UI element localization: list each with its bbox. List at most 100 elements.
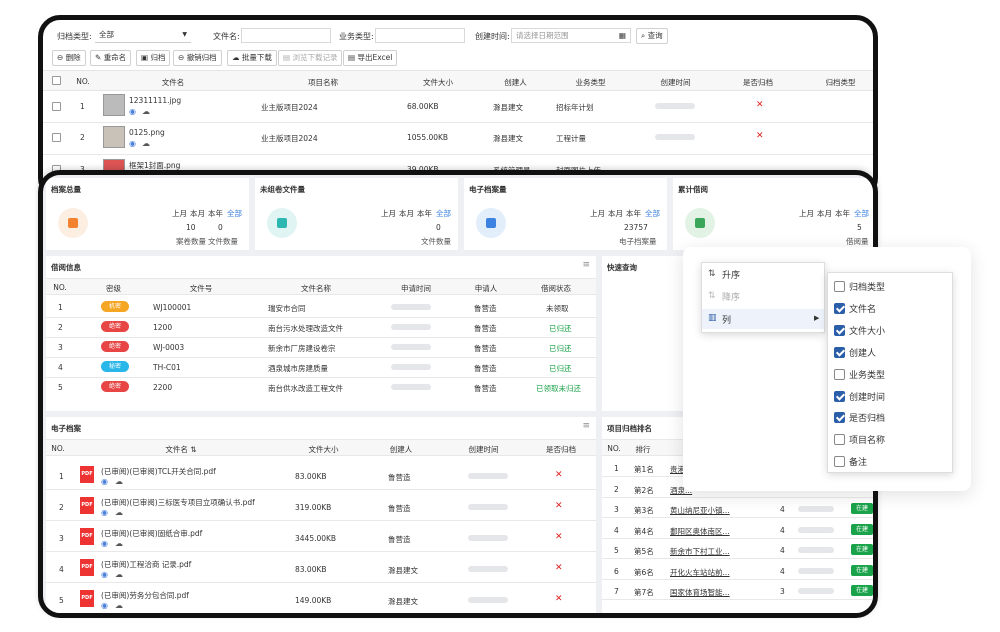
col-project[interactable]: 项目名称: [253, 77, 393, 88]
col-borrow-status[interactable]: 借阅状态: [516, 283, 596, 294]
project-link[interactable]: 鄱阳区奥体南区...: [670, 526, 730, 537]
col-creator[interactable]: 创建人: [361, 444, 441, 455]
col-business-type[interactable]: 业务类型: [548, 77, 633, 88]
eye-icon[interactable]: ◉: [101, 508, 108, 517]
file-code: WJ100001: [153, 303, 192, 312]
cloud-download-icon[interactable]: ☁: [115, 539, 123, 548]
file-name[interactable]: (已审阅)(已审阅)三标医专项目立项确认书.pdf: [101, 497, 255, 508]
cloud-download-icon[interactable]: ☁: [142, 107, 150, 116]
col-file-name[interactable]: 文件名称: [256, 283, 376, 294]
col-filename[interactable]: 文件名: [98, 77, 248, 88]
project-link[interactable]: 开化火车站站前...: [670, 567, 730, 578]
cloud-download-icon[interactable]: ☁: [142, 139, 150, 148]
export-excel-button[interactable]: ▤ 导出Excel: [343, 50, 398, 66]
file-name[interactable]: (已审阅)劳务分包合同.pdf: [101, 590, 189, 601]
period-this-year[interactable]: 本年: [626, 208, 641, 219]
column-checkbox[interactable]: [834, 324, 845, 336]
archive-type-select[interactable]: 全部 ▼: [95, 28, 191, 43]
date-range-input[interactable]: 请选择日期范围 ▦: [511, 28, 631, 43]
download-records-button[interactable]: ▤ 浏览下载记录: [278, 50, 343, 66]
period-last-month[interactable]: 上月: [172, 208, 187, 219]
col-file-code[interactable]: 文件号: [146, 283, 256, 294]
col-apply-time[interactable]: 申请时间: [376, 283, 456, 294]
period-all[interactable]: 全部: [436, 208, 451, 219]
cloud-download-icon[interactable]: ☁: [115, 601, 123, 610]
batch-download-button[interactable]: ☁ 批量下载: [227, 50, 277, 66]
col-creator[interactable]: 创建人: [483, 77, 548, 88]
period-all[interactable]: 全部: [645, 208, 660, 219]
column-checkbox[interactable]: [834, 456, 845, 468]
eye-icon[interactable]: ◉: [101, 601, 108, 610]
borrow-info-panel: 借阅信息 ≡ NO. 密级 文件号 文件名称 申请时间 申请人 借阅状态 1 机…: [46, 256, 596, 411]
search-button[interactable]: ⌕ 查询: [636, 28, 668, 44]
project-link[interactable]: 新余市下村工业...: [670, 546, 730, 557]
project-link[interactable]: 国家体育场智能...: [670, 587, 730, 598]
eye-icon[interactable]: ◉: [129, 107, 136, 116]
period-this-month[interactable]: 本月: [608, 208, 623, 219]
menu-item-sort-desc[interactable]: 降序: [722, 290, 740, 303]
archive-button[interactable]: ▣ 归档: [136, 50, 171, 66]
undo-archive-button[interactable]: ⊖ 撤销归档: [173, 50, 222, 66]
column-checkbox[interactable]: [834, 390, 845, 402]
col-size[interactable]: 文件大小: [398, 77, 478, 88]
eye-icon[interactable]: ◉: [129, 139, 136, 148]
col-level[interactable]: 密级: [86, 283, 141, 294]
col-applicant[interactable]: 申请人: [456, 283, 516, 294]
col-file-size[interactable]: 文件大小: [286, 444, 361, 455]
menu-icon[interactable]: ≡: [582, 421, 590, 431]
file-name[interactable]: (已审阅)工程洽商 记录.pdf: [101, 559, 191, 570]
file-name[interactable]: 12311111.jpg: [129, 96, 181, 105]
file-name[interactable]: (已审阅)(已审阅)固纸合审.pdf: [101, 528, 202, 539]
period-this-month[interactable]: 本月: [190, 208, 205, 219]
col-archived[interactable]: 是否归档: [718, 77, 798, 88]
period-last-month[interactable]: 上月: [799, 208, 814, 219]
column-checkbox[interactable]: [834, 434, 845, 446]
delete-button[interactable]: ⊖ 删除: [52, 50, 86, 66]
row-no: 6: [614, 566, 619, 576]
card-title: 未组卷文件量: [260, 185, 305, 194]
col-file-name[interactable]: 文件名 ⇅: [76, 444, 286, 455]
project-link[interactable]: 黄山纳尼亚小镇...: [670, 505, 730, 516]
period-all[interactable]: 全部: [227, 208, 242, 219]
period-all[interactable]: 全部: [854, 208, 869, 219]
menu-item-columns-bg[interactable]: [702, 309, 824, 329]
file-name[interactable]: (已审阅)(已审阅)TCL开关合同.pdf: [101, 466, 216, 477]
period-last-month[interactable]: 上月: [381, 208, 396, 219]
column-checkbox[interactable]: [834, 346, 845, 358]
business-type-input[interactable]: [375, 28, 465, 43]
col-created-time[interactable]: 创建时间: [633, 77, 718, 88]
period-this-year[interactable]: 本年: [208, 208, 223, 219]
menu-item-columns[interactable]: 列: [722, 313, 731, 326]
column-checkbox[interactable]: [834, 281, 845, 292]
row-checkbox[interactable]: [52, 133, 61, 142]
apply-time-placeholder: [391, 304, 431, 310]
eye-icon[interactable]: ◉: [101, 477, 108, 486]
menu-icon[interactable]: ≡: [582, 260, 590, 270]
rename-button[interactable]: ✎ 重命名: [90, 50, 132, 66]
col-archive-type[interactable]: 归档类型: [803, 77, 873, 88]
period-last-month[interactable]: 上月: [590, 208, 605, 219]
row-checkbox[interactable]: [52, 102, 61, 111]
cloud-download-icon[interactable]: ☁: [115, 570, 123, 579]
eye-icon[interactable]: ◉: [101, 570, 108, 579]
period-this-year[interactable]: 本年: [417, 208, 432, 219]
period-this-year[interactable]: 本年: [835, 208, 850, 219]
period-this-month[interactable]: 本月: [817, 208, 832, 219]
eye-icon[interactable]: ◉: [101, 539, 108, 548]
menu-item-sort-asc[interactable]: 升序: [722, 268, 740, 281]
col-archived[interactable]: 是否归档: [526, 444, 596, 455]
period-this-month[interactable]: 本月: [399, 208, 414, 219]
column-checkbox[interactable]: [834, 302, 845, 314]
file-name[interactable]: 0125.png: [129, 128, 165, 137]
col-rank[interactable]: 排行: [628, 444, 658, 455]
cloud-download-icon[interactable]: ☁: [115, 508, 123, 517]
cloud-download-icon[interactable]: ☁: [115, 477, 123, 486]
column-checkbox[interactable]: [834, 412, 845, 424]
archive-count: 4: [780, 546, 785, 555]
column-option-label: 项目名称: [849, 436, 886, 447]
column-checkbox[interactable]: [834, 368, 845, 380]
col-created-time[interactable]: 创建时间: [441, 444, 526, 455]
select-all-checkbox[interactable]: [52, 76, 61, 85]
file-size: 83.00KB: [295, 472, 327, 481]
filename-input[interactable]: [241, 28, 331, 43]
